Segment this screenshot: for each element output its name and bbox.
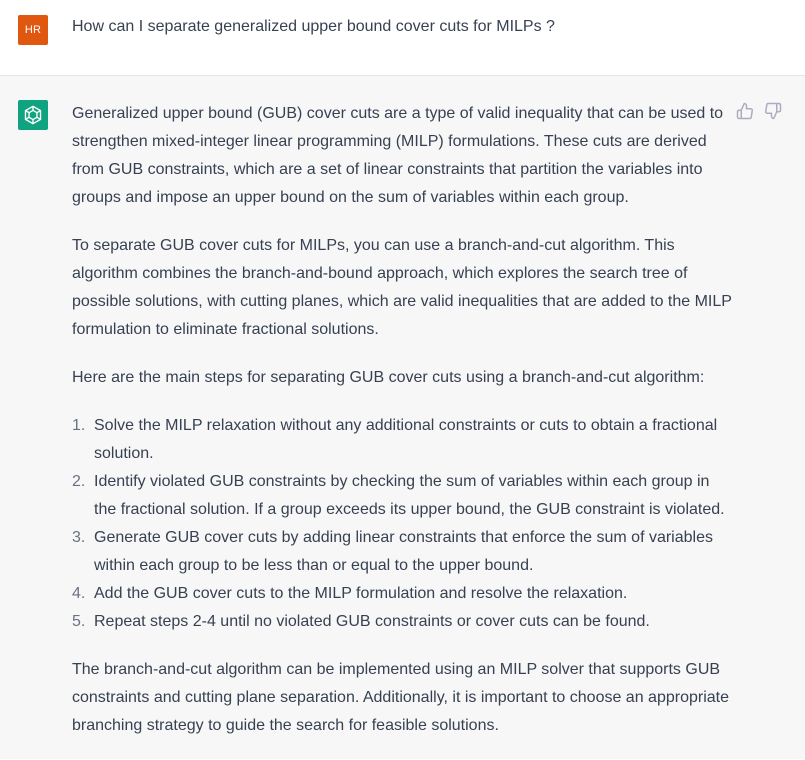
user-message: How can I separate generalized upper bou… <box>72 18 555 35</box>
list-item: 1. Solve the MILP relaxation without any … <box>72 412 732 468</box>
step-text: Repeat steps 2-4 until no violated GUB c… <box>94 613 650 630</box>
step-text: Solve the MILP relaxation without any ad… <box>94 417 718 462</box>
answer-paragraph-method: To separate GUB cover cuts for MILPs, yo… <box>72 237 732 338</box>
answer-steps-intro: Here are the main steps for separating G… <box>72 369 705 386</box>
list-item: 3. Generate GUB cover cuts by adding line… <box>72 524 732 580</box>
answer-paragraph-conclusion: The branch-and-cut algorithm can be impl… <box>72 661 729 734</box>
list-item: 2. Identify violated GUB constraints by c… <box>72 468 732 524</box>
assistant-message-row: Generalized upper bound (GUB) cover cuts… <box>0 76 805 759</box>
step-text: Generate GUB cover cuts by adding linear… <box>94 529 713 574</box>
step-text: Add the GUB cover cuts to the MILP formu… <box>94 585 628 602</box>
step-text: Identify violated GUB constraints by che… <box>94 473 725 518</box>
assistant-message: Generalized upper bound (GUB) cover cuts… <box>72 100 732 760</box>
step-number: 5. <box>72 613 86 630</box>
thumbs-down-icon[interactable] <box>764 102 782 120</box>
user-avatar: HR <box>18 15 48 45</box>
step-number: 2. <box>72 473 86 490</box>
step-number: 3. <box>72 529 86 546</box>
step-number: 1. <box>72 417 86 434</box>
list-item: 5. Repeat steps 2-4 until no violated GUB… <box>72 608 732 636</box>
openai-logo-icon <box>18 100 48 130</box>
steps-list: 1. Solve the MILP relaxation without any … <box>72 412 732 636</box>
user-message-row: HR How can I separate generalized upper … <box>0 0 805 76</box>
answer-paragraph-intro: Generalized upper bound (GUB) cover cuts… <box>72 105 724 206</box>
step-number: 4. <box>72 585 86 602</box>
thumbs-up-icon[interactable] <box>736 102 754 120</box>
list-item: 4. Add the GUB cover cuts to the MILP for… <box>72 580 732 608</box>
